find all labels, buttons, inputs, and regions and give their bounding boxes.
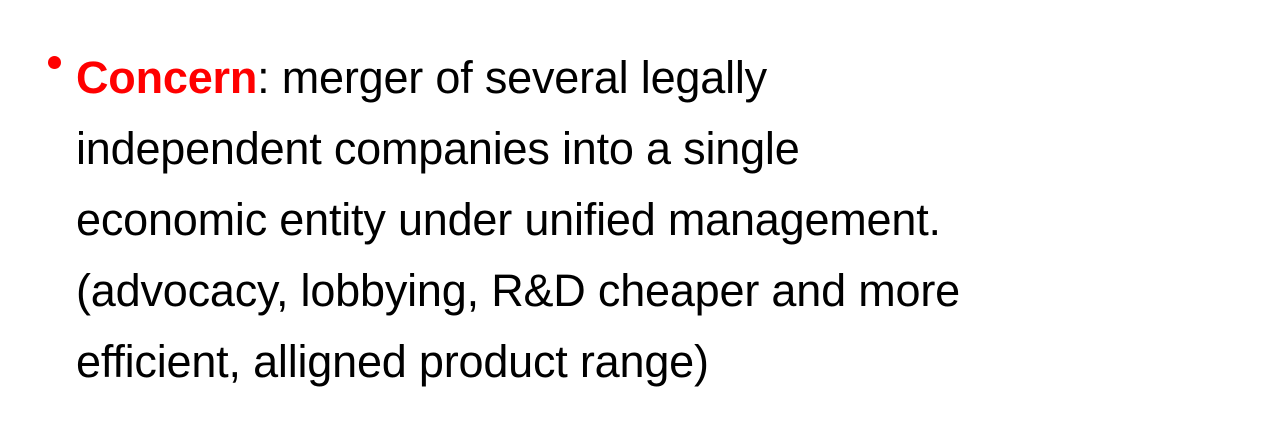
definition-text-line-1: merger of several legally bbox=[281, 52, 767, 103]
bullet-item-concern: Concern: merger of several legally indep… bbox=[48, 42, 1266, 397]
slide: Concern: merger of several legally indep… bbox=[0, 0, 1288, 431]
bullet-dot-icon bbox=[48, 56, 61, 69]
term-concern: Concern bbox=[76, 52, 258, 103]
definition-text-line-2: independent companies into a single bbox=[76, 123, 800, 174]
definition-text-line-3: economic entity under unified management… bbox=[76, 194, 941, 245]
bullet-line-1: Concern: merger of several legally bbox=[76, 42, 1266, 113]
definition-text-line-5: efficient, alligned product range) bbox=[76, 336, 709, 387]
term-separator: : bbox=[257, 52, 282, 103]
definition-text-line-4: (advocacy, lobbying, R&D cheaper and mor… bbox=[76, 265, 960, 316]
